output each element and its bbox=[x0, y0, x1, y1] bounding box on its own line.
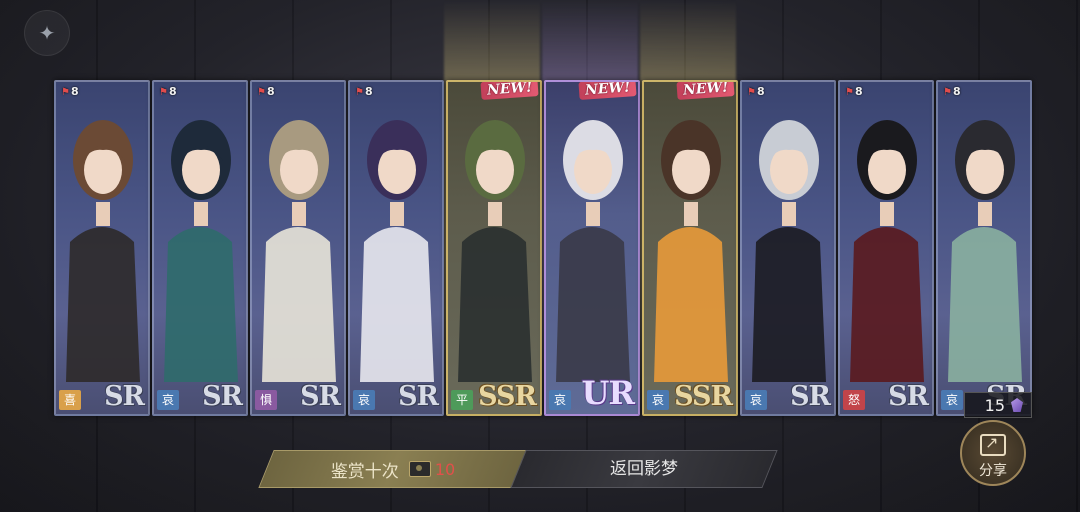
card-level: ⚑8 bbox=[254, 84, 278, 100]
sparkle-icon[interactable]: ✦ bbox=[24, 10, 70, 56]
share-icon bbox=[980, 433, 1006, 456]
character-card[interactable]: ⚑8 怒 SR bbox=[838, 80, 934, 416]
card-level: ⚑8 bbox=[842, 84, 866, 100]
character-card[interactable]: ⚑8 哀 SR bbox=[152, 80, 248, 416]
card-row: ⚑8 喜 SR ⚑8 哀 SR ⚑8 惧 SR ⚑8 哀 SR NEW! 平 SSR NEW! 哀 UR NEW! 哀… bbox=[54, 80, 1034, 416]
card-level-value: 8 bbox=[854, 85, 863, 98]
return-label: 返回影梦 bbox=[610, 459, 678, 479]
character-card[interactable]: NEW! 平 SSR bbox=[446, 80, 542, 416]
ticket-icon bbox=[408, 461, 431, 477]
flag-icon: ⚑ bbox=[747, 87, 756, 98]
mood-badge: 哀 bbox=[353, 390, 375, 410]
character-card[interactable]: ⚑8 哀 SR bbox=[740, 80, 836, 416]
card-level-value: 8 bbox=[364, 85, 373, 98]
card-level: ⚑8 bbox=[940, 84, 964, 100]
card-level-value: 8 bbox=[266, 85, 275, 98]
share-label: 分享 bbox=[979, 463, 1007, 479]
rarity-label: SSR bbox=[478, 381, 537, 412]
mood-badge: 哀 bbox=[745, 390, 767, 410]
flag-icon: ⚑ bbox=[355, 87, 364, 98]
mood-badge: 哀 bbox=[157, 390, 179, 410]
appraise-ten-button[interactable]: 鉴赏十次 10 bbox=[258, 450, 528, 488]
mood-badge: 哀 bbox=[549, 390, 571, 410]
character-portrait bbox=[458, 120, 532, 382]
card-level: ⚑8 bbox=[156, 84, 180, 100]
gem-icon bbox=[1011, 398, 1023, 412]
character-card[interactable]: ⚑8 喜 SR bbox=[54, 80, 150, 416]
rarity-label: SR bbox=[398, 381, 439, 412]
rarity-label: SSR bbox=[674, 381, 733, 412]
rarity-label: SR bbox=[104, 381, 145, 412]
character-portrait bbox=[360, 120, 434, 382]
character-card[interactable]: NEW! 哀 UR bbox=[544, 80, 640, 416]
character-portrait bbox=[948, 120, 1022, 382]
card-level-value: 8 bbox=[756, 85, 765, 98]
character-portrait bbox=[752, 120, 826, 382]
flag-icon: ⚑ bbox=[159, 87, 168, 98]
card-level: ⚑8 bbox=[58, 84, 82, 100]
mood-badge: 怒 bbox=[843, 390, 865, 410]
mood-badge: 喜 bbox=[59, 390, 81, 410]
mood-badge: 平 bbox=[451, 390, 473, 410]
flag-icon: ⚑ bbox=[257, 87, 266, 98]
card-level-value: 8 bbox=[168, 85, 177, 98]
share-button[interactable]: 分享 bbox=[960, 420, 1026, 486]
character-card[interactable]: ⚑8哀SR bbox=[936, 80, 1032, 416]
flag-icon: ⚑ bbox=[845, 87, 854, 98]
character-card[interactable]: ⚑8 哀 SR bbox=[348, 80, 444, 416]
rarity-label: SR bbox=[790, 381, 831, 412]
flag-icon: ⚑ bbox=[61, 87, 70, 98]
rarity-label: SR bbox=[202, 381, 243, 412]
character-portrait bbox=[66, 120, 140, 382]
mood-badge: 哀 bbox=[941, 390, 963, 410]
character-card[interactable]: ⚑8 惧 SR bbox=[250, 80, 346, 416]
character-card[interactable]: NEW! 哀 SSR bbox=[642, 80, 738, 416]
currency-value: 15 bbox=[984, 395, 1005, 415]
card-level: ⚑8 bbox=[352, 84, 376, 100]
card-level-value: 8 bbox=[70, 85, 79, 98]
character-portrait bbox=[850, 120, 924, 382]
card-level-value: 8 bbox=[952, 85, 961, 98]
character-portrait bbox=[654, 120, 728, 382]
currency-display: 15 bbox=[964, 392, 1032, 418]
mood-badge: 惧 bbox=[255, 390, 277, 410]
mood-badge: 哀 bbox=[647, 390, 669, 410]
appraise-cost-value: 10 bbox=[434, 459, 456, 479]
appraise-ten-label: 鉴赏十次 bbox=[330, 461, 399, 482]
character-portrait bbox=[556, 120, 630, 382]
character-portrait bbox=[262, 120, 336, 382]
rarity-label: SR bbox=[300, 381, 341, 412]
return-button[interactable]: 返回影梦 bbox=[510, 450, 778, 488]
appraise-cost: 10 bbox=[408, 459, 456, 479]
rarity-label: SR bbox=[888, 381, 929, 412]
flag-icon: ⚑ bbox=[943, 87, 952, 98]
character-portrait bbox=[164, 120, 238, 382]
rarity-label: UR bbox=[581, 374, 635, 412]
card-level: ⚑8 bbox=[744, 84, 768, 100]
